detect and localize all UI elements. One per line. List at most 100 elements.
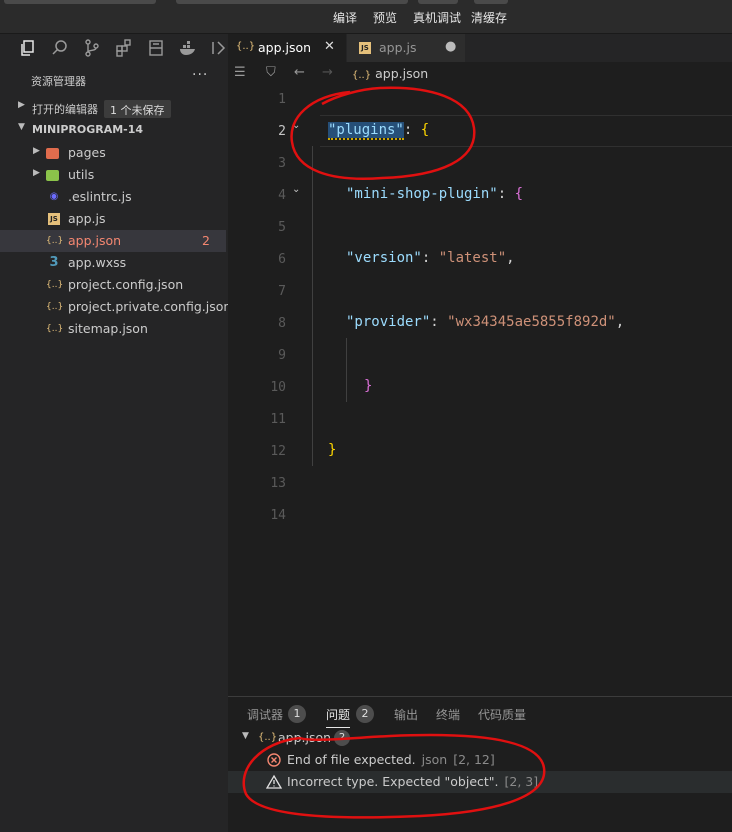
unsaved-dot-icon[interactable]: ● (445, 39, 456, 54)
line-number: 2 (278, 124, 286, 139)
problem-row[interactable]: Incorrect type. Expected "object". [2, 3] (228, 771, 732, 793)
preview-button[interactable]: 预览 (373, 9, 397, 26)
css-file-icon: 3 (49, 255, 59, 270)
open-editors-label: 打开的编辑器 (32, 103, 98, 116)
file-name: app.wxss (68, 255, 127, 270)
tab-output[interactable]: 输出 (394, 706, 418, 723)
forward-arrow-icon[interactable]: → (322, 65, 333, 80)
more-actions-icon[interactable]: ··· (192, 67, 208, 83)
line-number: 14 (270, 508, 286, 523)
js-file-icon: JS (359, 42, 371, 54)
file-tree-item[interactable]: JS app.js (0, 208, 226, 230)
line-number: 12 (270, 444, 286, 459)
toolbar-stub[interactable] (474, 0, 508, 4)
file-name: .eslintrc.js (68, 189, 132, 204)
code-line-10[interactable]: } (364, 378, 372, 394)
file-tree-item[interactable]: {..} app.json 2 (0, 230, 226, 252)
back-arrow-icon[interactable]: ← (294, 65, 305, 80)
breadcrumb-bar: ☰ ⛉ ← → {..} app.json (228, 62, 732, 84)
file-name: app.js (68, 211, 106, 226)
tab-debugger[interactable]: 调试器 (247, 706, 283, 723)
unsaved-badge: 1 个未保存 (104, 100, 171, 118)
code-line-2[interactable]: "plugins": { (328, 122, 429, 140)
json-file-icon: {..} (352, 70, 372, 81)
compile-button[interactable]: 编译 (333, 9, 357, 26)
remote-debug-button[interactable]: 真机调试 (413, 9, 461, 26)
source-control-icon[interactable] (82, 38, 102, 58)
json-file-icon: {..} (236, 41, 256, 52)
line-number: 6 (278, 252, 286, 267)
fold-chevron-icon[interactable]: ⌄ (292, 184, 300, 195)
problem-row[interactable]: End of file expected. json [2, 12] (228, 749, 732, 771)
editor-tabs: {..} app.json ✕ JS app.js ● (228, 34, 732, 62)
json-file-icon: {..} (46, 236, 64, 246)
list-icon[interactable]: ☰ (234, 65, 246, 80)
file-name: sitemap.json (68, 321, 148, 336)
explorer-title: 资源管理器 (31, 75, 86, 88)
project-label: MINIPROGRAM-14 (32, 123, 144, 136)
storage-icon[interactable] (146, 38, 166, 58)
problem-group-file: app.json (278, 730, 332, 745)
problem-message: End of file expected. json [2, 12] (287, 752, 495, 767)
code-line-6[interactable]: "version": "latest", (346, 250, 515, 266)
debugger-badge: 1 (288, 705, 306, 723)
file-tree-item[interactable]: {..} project.private.config.json (0, 296, 231, 318)
file-tree-item[interactable]: ▶ utils (0, 164, 226, 186)
project-section[interactable]: ▼ MINIPROGRAM-14 (0, 120, 228, 140)
indent-guide (312, 146, 313, 466)
json-file-icon: {..} (46, 280, 64, 290)
toolbar-stub[interactable] (176, 0, 408, 4)
tab-problems[interactable]: 问题 (326, 706, 351, 728)
line-number: 9 (278, 348, 286, 363)
sidebar: 资源管理器 ··· ▶ 打开的编辑器 1 个未保存 ▼ MINIPROGRAM-… (0, 34, 231, 832)
chevron-right-icon: ▶ (18, 100, 25, 110)
chevron-down-icon: ▼ (242, 731, 249, 741)
line-number: 7 (278, 284, 286, 299)
line-number: 5 (278, 220, 286, 235)
problem-count: 2 (202, 233, 210, 248)
breadcrumb-file: app.json (375, 66, 429, 81)
search-icon[interactable] (50, 38, 70, 58)
panel-toggle-icon[interactable] (210, 38, 228, 58)
activity-bar (0, 34, 228, 62)
files-icon[interactable] (18, 38, 38, 58)
problems-badge: 2 (356, 705, 374, 723)
bookmark-icon[interactable]: ⛉ (266, 65, 276, 80)
problem-message: Incorrect type. Expected "object". [2, 3] (287, 774, 539, 789)
close-icon[interactable]: ✕ (324, 39, 335, 54)
file-tree-item[interactable]: ◉ .eslintrc.js (0, 186, 226, 208)
js-file-icon: JS (48, 213, 60, 225)
json-file-icon: {..} (46, 302, 64, 312)
file-tree-item[interactable]: {..} project.config.json (0, 274, 226, 296)
tab-app-json[interactable]: {..} app.json ✕ (228, 34, 346, 62)
toolbar-stub[interactable] (4, 0, 156, 4)
line-number: 10 (270, 380, 286, 395)
problem-group-app-json[interactable]: ▼ {..} app.json 2 (228, 727, 732, 749)
chevron-right-icon: ▶ (33, 168, 40, 178)
docker-icon[interactable] (178, 38, 198, 58)
tab-label: app.json (258, 40, 312, 55)
folder-icon (46, 148, 59, 159)
file-tree-item[interactable]: 3 app.wxss (0, 252, 226, 274)
code-line-12[interactable]: } (328, 442, 336, 458)
tab-code-quality[interactable]: 代码质量 (478, 706, 526, 723)
extensions-icon[interactable] (114, 38, 134, 58)
line-number: 11 (270, 412, 286, 427)
fold-chevron-icon[interactable]: ⌄ (292, 120, 300, 131)
problems-panel: 调试器 1 问题 2 输出 终端 代码质量 ▼ {..} app.json 2 … (228, 696, 732, 832)
indent-guide (346, 338, 347, 402)
code-line-8[interactable]: "provider": "wx34345ae5855f892d", (346, 314, 624, 330)
warning-triangle-icon (265, 774, 283, 790)
file-tree-item[interactable]: ▶ pages (0, 142, 226, 164)
clear-cache-button[interactable]: 清缓存 (471, 9, 507, 26)
file-tree-item[interactable]: {..} sitemap.json (0, 318, 226, 340)
file-name: app.json (68, 233, 122, 248)
code-line-4[interactable]: "mini-shop-plugin": { (346, 186, 523, 202)
top-toolbar: 编译 预览 真机调试 清缓存 (0, 0, 732, 34)
problem-group-count: 2 (334, 730, 350, 746)
tab-terminal[interactable]: 终端 (436, 706, 460, 723)
toolbar-stub[interactable] (418, 0, 458, 4)
breadcrumb[interactable]: {..} app.json (352, 66, 428, 81)
tab-app-js[interactable]: JS app.js ● (347, 34, 465, 62)
file-name: utils (68, 167, 95, 182)
